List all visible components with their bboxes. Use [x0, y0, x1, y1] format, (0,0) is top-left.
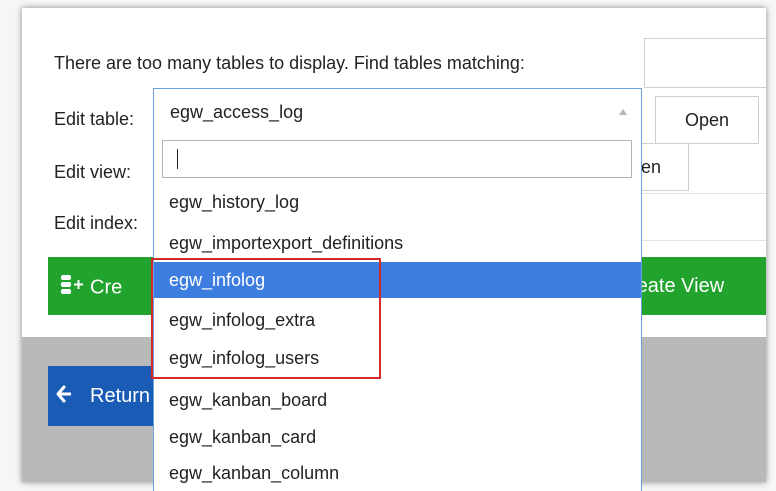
dropdown-option-selected[interactable]: egw_infolog — [154, 262, 641, 298]
text-cursor — [177, 149, 178, 169]
find-tables-prompt: There are too many tables to display. Fi… — [54, 53, 525, 73]
create-table-button[interactable]: Cre — [60, 274, 122, 302]
create-table-label: Cre — [90, 276, 123, 299]
dropdown-search-input[interactable] — [162, 140, 632, 178]
open-table-button[interactable]: Open — [655, 96, 759, 144]
selected-table-value: egw_access_log — [170, 102, 304, 122]
edit-index-field[interactable] — [622, 193, 766, 241]
edit-index-label: Edit index: — [54, 213, 139, 233]
caret-up-icon — [619, 109, 627, 115]
edit-view-label: Edit view: — [54, 162, 132, 182]
dropdown-option[interactable]: egw_importexport_definitions — [154, 225, 641, 261]
create-view-button[interactable]: reate View — [630, 274, 724, 298]
find-tables-input[interactable] — [644, 38, 766, 88]
add-table-icon — [60, 274, 84, 302]
table-dropdown-list[interactable]: egw_history_log egw_importexport_definit… — [153, 134, 642, 491]
arrow-left-icon — [56, 385, 72, 408]
edit-table-label: Edit table: — [54, 109, 135, 129]
dropdown-option[interactable]: egw_infolog_extra — [154, 302, 641, 338]
dropdown-option[interactable]: egw_kanban_board — [154, 382, 641, 418]
return-label: Return — [90, 385, 151, 407]
dropdown-option[interactable]: egw_infolog_users — [154, 340, 641, 376]
edit-table-select[interactable]: egw_access_log — [153, 88, 642, 135]
dropdown-option[interactable]: egw_history_log — [154, 184, 641, 220]
dropdown-option[interactable]: egw_kanban_card — [154, 419, 641, 455]
dropdown-option[interactable]: egw_kanban_column — [154, 455, 641, 491]
